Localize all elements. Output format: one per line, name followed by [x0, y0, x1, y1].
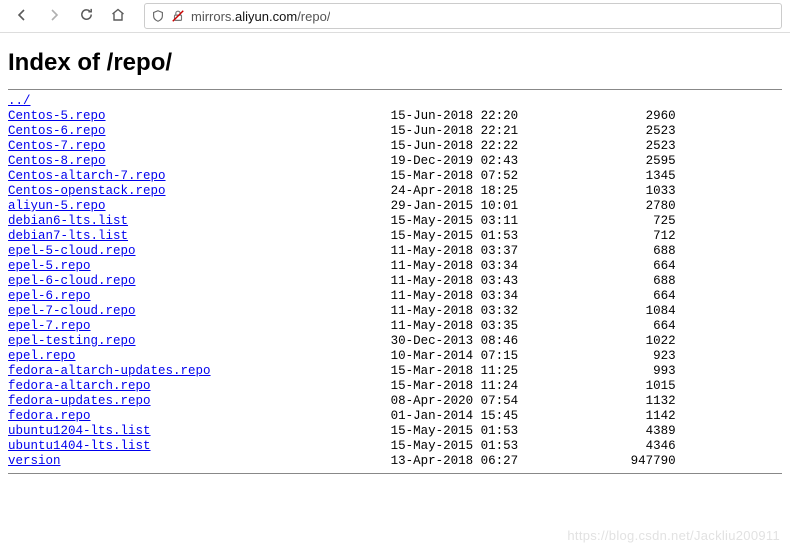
file-link[interactable]: ubuntu1404-lts.list	[8, 439, 151, 453]
url-text: mirrors.aliyun.com/repo/	[191, 9, 330, 24]
file-meta: 11-May-2018 03:37 688	[136, 244, 676, 258]
file-meta: 15-Jun-2018 22:21 2523	[106, 124, 676, 138]
file-meta: 15-Mar-2018 07:52 1345	[166, 169, 676, 183]
file-meta: 15-Jun-2018 22:22 2523	[106, 139, 676, 153]
directory-listing: ../ Centos-5.repo 15-Jun-2018 22:20 2960…	[8, 94, 782, 469]
back-arrow-icon	[14, 7, 30, 26]
file-link[interactable]: fedora-updates.repo	[8, 394, 151, 408]
file-meta: 15-May-2015 01:53 4389	[151, 424, 676, 438]
file-meta: 11-May-2018 03:34 664	[91, 289, 676, 303]
file-meta: 15-Mar-2018 11:25 993	[211, 364, 676, 378]
watermark: https://blog.csdn.net/Jackliu200911	[567, 528, 780, 543]
file-link[interactable]: Centos-altarch-7.repo	[8, 169, 166, 183]
file-link[interactable]: ubuntu1204-lts.list	[8, 424, 151, 438]
file-link[interactable]: Centos-openstack.repo	[8, 184, 166, 198]
forward-arrow-icon	[46, 7, 62, 26]
file-link[interactable]: aliyun-5.repo	[8, 199, 106, 213]
file-link[interactable]: epel-7.repo	[8, 319, 91, 333]
file-link[interactable]: epel-6-cloud.repo	[8, 274, 136, 288]
home-button[interactable]	[104, 2, 132, 30]
file-meta: 13-Apr-2018 06:27 947790	[61, 454, 676, 468]
forward-button[interactable]	[40, 2, 68, 30]
home-icon	[110, 7, 126, 26]
file-meta: 15-Jun-2018 22:20 2960	[106, 109, 676, 123]
reload-icon	[79, 7, 94, 25]
file-link[interactable]: version	[8, 454, 61, 468]
file-meta: 01-Jan-2014 15:45 1142	[91, 409, 676, 423]
reload-button[interactable]	[72, 2, 100, 30]
url-bar[interactable]: mirrors.aliyun.com/repo/	[144, 3, 782, 29]
back-button[interactable]	[8, 2, 36, 30]
browser-toolbar: mirrors.aliyun.com/repo/	[0, 0, 790, 33]
file-meta: 11-May-2018 03:43 688	[136, 274, 676, 288]
file-link[interactable]: Centos-5.repo	[8, 109, 106, 123]
lock-insecure-icon	[171, 9, 185, 23]
file-link[interactable]: fedora-altarch-updates.repo	[8, 364, 211, 378]
file-link[interactable]: debian7-lts.list	[8, 229, 128, 243]
file-meta: 11-May-2018 03:34 664	[91, 259, 676, 273]
file-meta: 29-Jan-2015 10:01 2780	[106, 199, 676, 213]
parent-dir-link[interactable]: ../	[8, 94, 31, 108]
file-meta: 15-Mar-2018 11:24 1015	[151, 379, 676, 393]
file-link[interactable]: epel.repo	[8, 349, 76, 363]
file-meta: 15-May-2015 01:53 712	[128, 229, 676, 243]
file-meta: 15-May-2015 03:11 725	[128, 214, 676, 228]
divider-top	[8, 89, 782, 90]
file-link[interactable]: Centos-8.repo	[8, 154, 106, 168]
file-link[interactable]: epel-5-cloud.repo	[8, 244, 136, 258]
file-meta: 15-May-2015 01:53 4346	[151, 439, 676, 453]
file-meta: 08-Apr-2020 07:54 1132	[151, 394, 676, 408]
page-content: Index of /repo/ ../ Centos-5.repo 15-Jun…	[0, 33, 790, 488]
file-link[interactable]: epel-testing.repo	[8, 334, 136, 348]
file-meta: 11-May-2018 03:35 664	[91, 319, 676, 333]
file-link[interactable]: fedora-altarch.repo	[8, 379, 151, 393]
file-link[interactable]: Centos-7.repo	[8, 139, 106, 153]
file-link[interactable]: Centos-6.repo	[8, 124, 106, 138]
file-link[interactable]: fedora.repo	[8, 409, 91, 423]
file-meta: 30-Dec-2013 08:46 1022	[136, 334, 676, 348]
file-link[interactable]: epel-7-cloud.repo	[8, 304, 136, 318]
file-meta: 11-May-2018 03:32 1084	[136, 304, 676, 318]
page-title: Index of /repo/	[8, 49, 782, 77]
file-link[interactable]: debian6-lts.list	[8, 214, 128, 228]
divider-bottom	[8, 473, 782, 474]
shield-icon	[151, 9, 165, 23]
file-link[interactable]: epel-5.repo	[8, 259, 91, 273]
file-link[interactable]: epel-6.repo	[8, 289, 91, 303]
file-meta: 19-Dec-2019 02:43 2595	[106, 154, 676, 168]
file-meta: 24-Apr-2018 18:25 1033	[166, 184, 676, 198]
file-meta: 10-Mar-2014 07:15 923	[76, 349, 676, 363]
